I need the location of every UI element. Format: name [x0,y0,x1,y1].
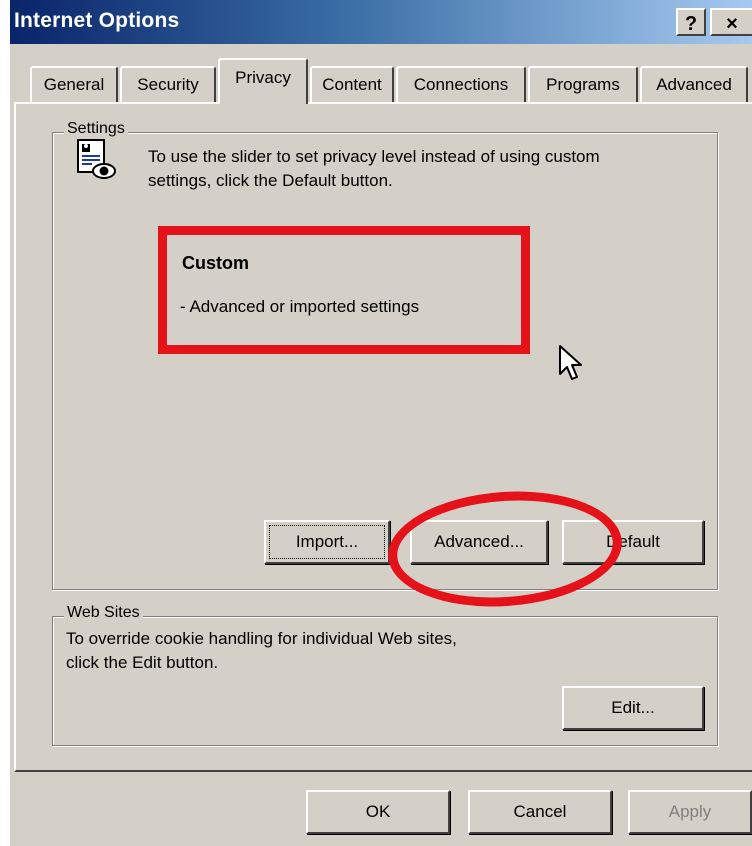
window-title: Internet Options [14,9,180,32]
settings-description-line1: To use the slider to set privacy level i… [148,147,600,166]
tab-advanced[interactable]: Advanced [640,66,748,102]
tab-content[interactable]: Content [310,66,394,102]
web-sites-description-line1: To override cookie handling for individu… [66,629,457,648]
tab-general[interactable]: General [30,66,118,102]
edit-button[interactable]: Edit... [562,686,704,730]
tab-programs[interactable]: Programs [528,66,638,102]
close-button[interactable]: × [710,8,752,36]
settings-group-label: Settings [64,120,128,138]
web-sites-group-label: Web Sites [64,604,143,622]
import-button[interactable]: Import... [264,520,390,564]
help-button[interactable]: ? [676,8,706,36]
web-sites-description-line2: click the Edit button. [66,653,219,672]
apply-button[interactable]: Apply [628,790,752,834]
tab-security[interactable]: Security [120,66,216,102]
tab-privacy[interactable]: Privacy [218,58,308,104]
cancel-button[interactable]: Cancel [468,790,612,834]
privacy-eye-document-icon [77,139,116,179]
mouse-pointer-icon [559,345,582,380]
ok-button[interactable]: OK [306,790,450,834]
tab-connections[interactable]: Connections [396,66,526,102]
highlight-rectangle [158,226,530,354]
internet-options-dialog: Internet Options ? × General Security Pr… [10,0,752,846]
title-bar[interactable]: Internet Options ? × [10,0,752,44]
settings-description-line2: settings, click the Default button. [148,171,393,190]
